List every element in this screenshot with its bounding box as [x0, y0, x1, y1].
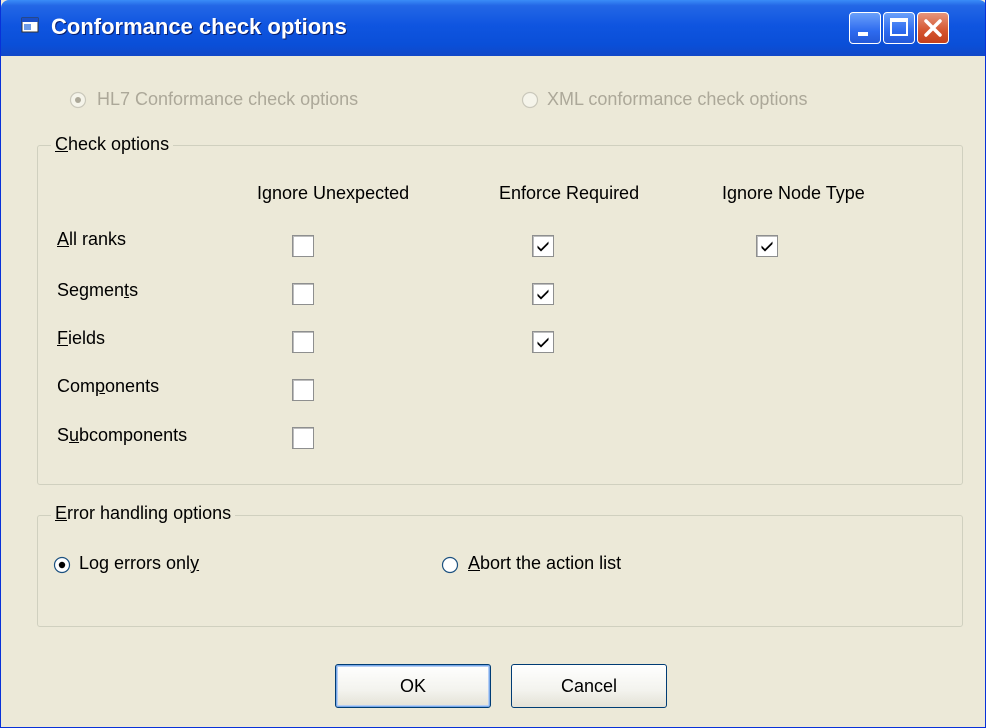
row-label-fields: Fields	[57, 328, 106, 348]
checkmark-icon	[761, 241, 773, 252]
log-errors-radio[interactable]	[53, 556, 71, 574]
error-handling-title: Error handling options	[51, 503, 236, 524]
cancel-button[interactable]: Cancel	[511, 664, 667, 708]
minimize-icon	[858, 32, 868, 36]
ignore-unexpected-all-ranks-checkbox[interactable]	[292, 235, 314, 257]
column-ignore-unexpected: Ignore Unexpected	[257, 183, 410, 203]
ignore-node-type-all-ranks-checkbox[interactable]	[756, 235, 778, 257]
column-enforce-required: Enforce Required	[499, 183, 640, 203]
window-title: Conformance check options	[51, 14, 347, 39]
column-ignore-node-type: Ignore Node Type	[722, 183, 865, 203]
dialog-window: Conformance check options HL7 Conformanc…	[0, 0, 986, 728]
abort-action-list-radio[interactable]	[441, 556, 459, 574]
abort-action-list-label: Abort the action list	[468, 553, 622, 573]
row-label-all-ranks: All ranks	[57, 229, 127, 249]
checkmark-icon	[537, 337, 549, 348]
xml-radio-label: XML conformance check options	[547, 89, 808, 109]
minimize-button[interactable]	[849, 12, 881, 44]
ignore-unexpected-components-checkbox[interactable]	[292, 379, 314, 401]
check-options-title: Check options	[51, 134, 174, 155]
ignore-unexpected-segments-checkbox[interactable]	[292, 283, 314, 305]
ignore-unexpected-subcomponents-checkbox[interactable]	[292, 427, 314, 449]
xml-radio[interactable]	[521, 91, 539, 109]
app-icon	[21, 17, 39, 33]
close-button[interactable]	[917, 12, 949, 44]
hl7-radio-label: HL7 Conformance check options	[97, 89, 359, 109]
row-label-segments: Segments	[57, 280, 139, 300]
checkmark-icon	[537, 289, 549, 300]
hl7-radio[interactable]	[69, 91, 87, 109]
maximize-icon	[890, 18, 908, 36]
enforce-required-all-ranks-checkbox[interactable]	[532, 235, 554, 257]
maximize-button[interactable]	[883, 12, 915, 44]
log-errors-label: Log errors only	[79, 553, 200, 573]
enforce-required-segments-checkbox[interactable]	[532, 283, 554, 305]
enforce-required-fields-checkbox[interactable]	[532, 331, 554, 353]
row-label-components: Components	[57, 376, 160, 396]
close-icon	[924, 19, 942, 37]
ok-button[interactable]: OK	[335, 664, 491, 708]
title-bar[interactable]: Conformance check options	[1, 0, 985, 56]
checkmark-icon	[537, 241, 549, 252]
row-label-subcomponents: Subcomponents	[57, 425, 188, 445]
ignore-unexpected-fields-checkbox[interactable]	[292, 331, 314, 353]
